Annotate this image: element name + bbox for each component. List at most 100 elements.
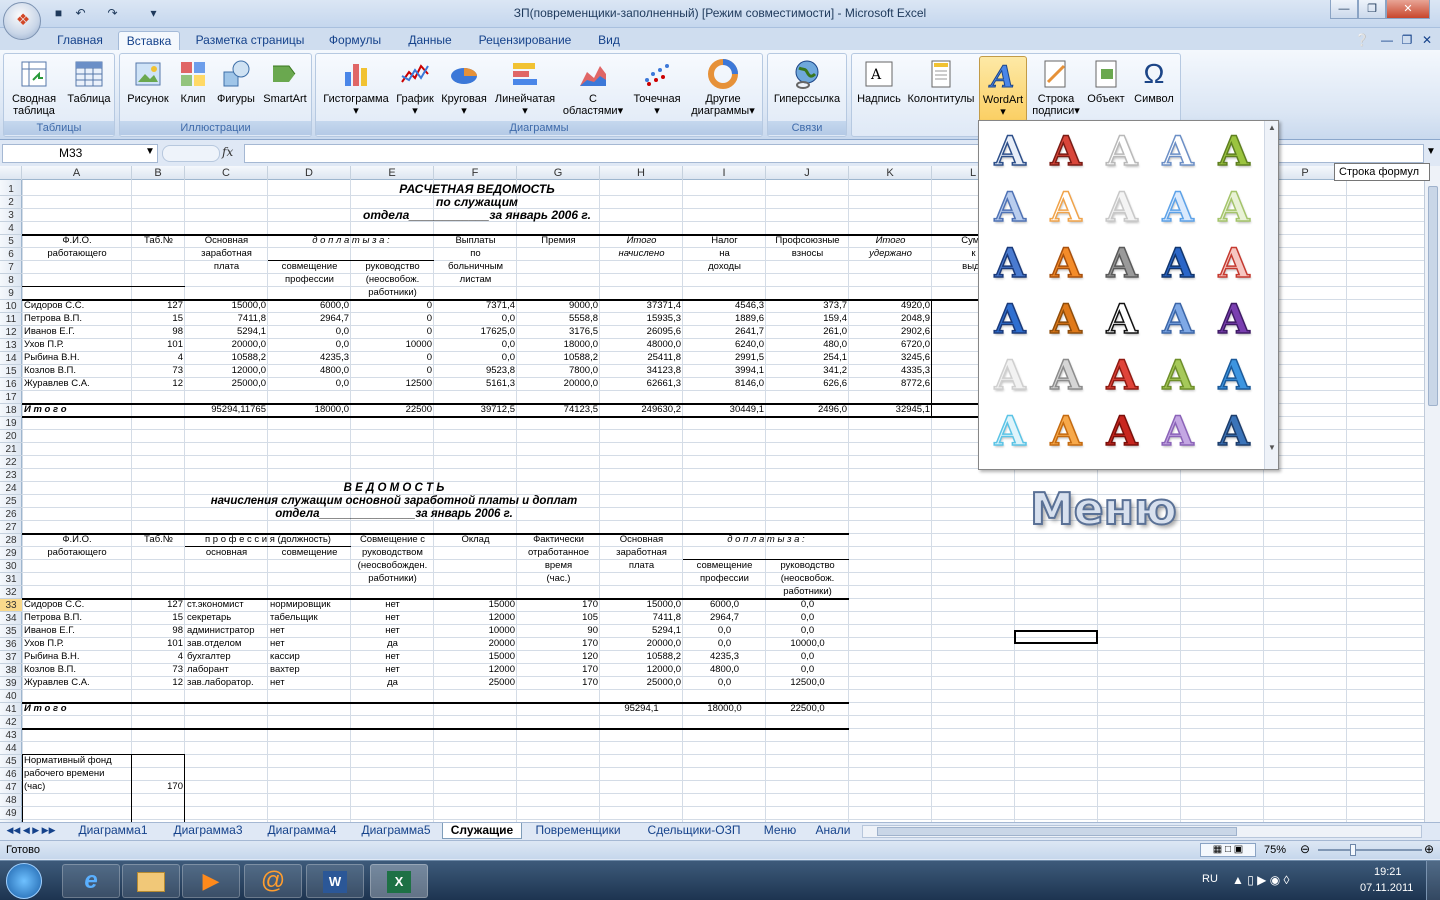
pivot-table-button[interactable]: Сводная таблица	[6, 56, 62, 122]
row-header-44[interactable]: 44	[0, 742, 22, 755]
t2-hdr-fio[interactable]: работающего	[24, 547, 130, 559]
t2-value[interactable]: нормировщик	[270, 599, 349, 611]
t1-value[interactable]: 5558,8	[519, 313, 598, 325]
t2-value[interactable]: 101	[134, 638, 183, 650]
row-header-31[interactable]: 31	[0, 573, 22, 586]
zoom-in-icon[interactable]: ⊕	[1424, 842, 1434, 856]
t1-hdr-tax[interactable]: доходы	[685, 261, 764, 273]
t1-value[interactable]: 7800,0	[519, 365, 598, 377]
t1-hdr-tot[interactable]: Итого	[602, 235, 681, 247]
column-header-f[interactable]: F	[434, 166, 517, 180]
smartart-button[interactable]: SmartArt	[261, 56, 309, 122]
horizontal-scroll-thumb[interactable]	[877, 827, 1237, 836]
t1-hdr-tax[interactable]: Налог	[685, 235, 764, 247]
taskbar-media-icon[interactable]: ▶	[182, 864, 240, 898]
t2-value[interactable]: 15000	[436, 599, 515, 611]
t2-value[interactable]: бухгалтер	[187, 651, 266, 663]
t2-hdr-sov[interactable]: (неосвобожден.	[353, 560, 432, 572]
symbol-button[interactable]: Ω Символ	[1130, 56, 1178, 122]
t1-employee-name[interactable]: Козлов В.П.	[24, 365, 130, 377]
t1-value[interactable]: 7371,4	[436, 300, 515, 312]
object-button[interactable]: Объект	[1084, 56, 1128, 122]
t1-value[interactable]: 3994,1	[685, 365, 764, 377]
t1-value[interactable]: 254,1	[768, 352, 847, 364]
start-button-icon[interactable]	[6, 863, 42, 899]
t1-value[interactable]: 10000	[353, 339, 432, 351]
t1-value[interactable]: 127	[134, 300, 183, 312]
t1-value[interactable]: 6240,0	[685, 339, 764, 351]
t2-value[interactable]: 4	[134, 651, 183, 663]
t1-value[interactable]: 0,0	[270, 339, 349, 351]
t2-value[interactable]: 12	[134, 677, 183, 689]
wordart-style-2[interactable]: A	[1041, 127, 1091, 177]
t1-hdr-prem[interactable]: Премия	[519, 235, 598, 247]
t2-title[interactable]: В Е Д О М О С Т Ь	[24, 482, 764, 494]
t1-value[interactable]: 34123,8	[602, 365, 681, 377]
t2-value[interactable]: секретарь	[187, 612, 266, 624]
t2-value[interactable]: 0,0	[685, 677, 764, 689]
t2-hdr-sov[interactable]: работники)	[353, 573, 432, 585]
wordart-style-12[interactable]: A	[1041, 239, 1091, 289]
t2-value[interactable]: 5294,1	[602, 625, 681, 637]
t2-value[interactable]: 170	[519, 664, 598, 676]
row-header-42[interactable]: 42	[0, 716, 22, 729]
t1-value[interactable]: 6720,0	[851, 339, 930, 351]
line-chart-button[interactable]: График ▾	[394, 56, 436, 122]
t1-hdr-sov[interactable]: совмещение	[270, 261, 349, 273]
sheet-nav-arrows-icon[interactable]: ◀◀ ◀ ▶ ▶▶	[4, 823, 58, 839]
t2-value[interactable]: нет	[353, 599, 432, 611]
t1-value[interactable]: 1889,6	[685, 313, 764, 325]
bar-chart-button[interactable]: Линейчатая ▾	[492, 56, 558, 122]
row-header-30[interactable]: 30	[0, 560, 22, 573]
t2-hdr-base[interactable]: плата	[602, 560, 681, 572]
close-button[interactable]: ✕	[1386, 0, 1430, 19]
row-header-35[interactable]: 35	[0, 625, 22, 638]
t1-value[interactable]: 18000,0	[519, 339, 598, 351]
t2-value[interactable]: администратор	[187, 625, 266, 637]
t2-value[interactable]: нет	[353, 664, 432, 676]
t1-value[interactable]: 0,0	[270, 378, 349, 390]
t1-value[interactable]: 2641,7	[685, 326, 764, 338]
t2-value[interactable]: 25000,0	[602, 677, 681, 689]
t1-value[interactable]: 9000,0	[519, 300, 598, 312]
shapes-button[interactable]: Фигуры	[213, 56, 259, 122]
t2-value[interactable]: 105	[519, 612, 598, 624]
t1-value[interactable]: 0,0	[270, 326, 349, 338]
t2-hdr-tab[interactable]: Таб.№	[134, 534, 183, 546]
gallery-scroll-down-icon[interactable]: ▼	[1268, 443, 1276, 452]
t1-total-label[interactable]: И т о г о	[24, 404, 130, 416]
t2-total-value[interactable]: 22500,0	[768, 703, 847, 715]
column-header-a[interactable]: A	[22, 166, 132, 180]
t1-value[interactable]: 12000,0	[187, 365, 266, 377]
t2-hdr-prof[interactable]: п р о ф е с с и я (должность)	[187, 534, 349, 546]
t1-value[interactable]: 98	[134, 326, 183, 338]
wordart-style-3[interactable]: A	[1097, 127, 1147, 177]
wordart-style-24[interactable]: A	[1153, 351, 1203, 401]
column-header-c[interactable]: C	[185, 166, 268, 180]
t1-value[interactable]: 341,2	[768, 365, 847, 377]
t2-value[interactable]: 170	[519, 599, 598, 611]
t1-value[interactable]: 4920,0	[851, 300, 930, 312]
t2-hdr-sov[interactable]: Совмещение с	[353, 534, 432, 546]
taskbar-browser-icon[interactable]: @	[244, 864, 302, 898]
wordart-style-23[interactable]: A	[1097, 351, 1147, 401]
t2-employee-name[interactable]: Рыбина В.Н.	[24, 651, 130, 663]
wordart-style-6[interactable]: A	[985, 183, 1035, 233]
menu-wordart-text[interactable]: Меню	[1029, 483, 1178, 536]
ribbon-restore-icon[interactable]: ❐	[1400, 31, 1414, 51]
wordart-style-15[interactable]: A	[1209, 239, 1259, 289]
sheet-tab-diagram4[interactable]: Диаграмма4	[256, 823, 348, 839]
t1-hdr-base[interactable]: Основная	[187, 235, 266, 247]
t1-hdr-pay[interactable]: больничным	[436, 261, 515, 273]
row-header-24[interactable]: 24	[0, 482, 22, 495]
t2-employee-name[interactable]: Иванов Е.Г.	[24, 625, 130, 637]
t1-dept[interactable]: отдела____________за январь 2006 г.	[24, 209, 930, 221]
t1-value[interactable]: 12	[134, 378, 183, 390]
row-header-10[interactable]: 10	[0, 300, 22, 313]
t1-hdr-ud[interactable]: удержано	[851, 248, 930, 260]
t1-value[interactable]: 9523,8	[436, 365, 515, 377]
t2-hdr-s[interactable]: профессии	[685, 573, 764, 585]
t1-total-value[interactable]: 39712,5	[436, 404, 515, 416]
t1-hdr-fio[interactable]: Ф.И.О.	[24, 235, 130, 247]
sheet-tab-diagram3[interactable]: Диаграмма3	[162, 823, 254, 839]
